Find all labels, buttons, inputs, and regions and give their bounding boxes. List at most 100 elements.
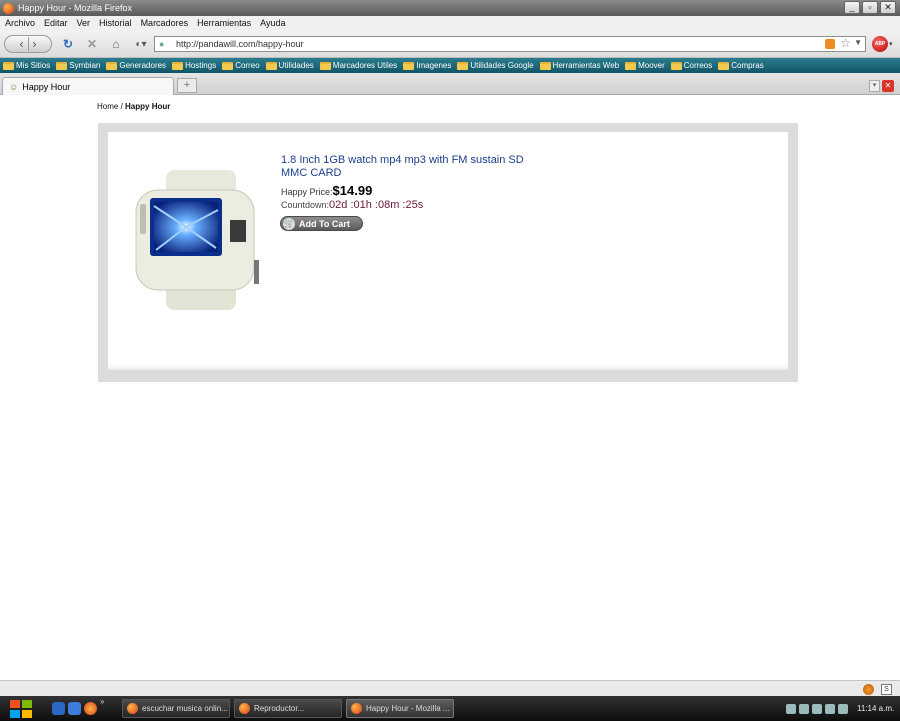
page-status-icon[interactable]: S [881, 684, 892, 695]
start-button[interactable] [4, 697, 38, 720]
site-favicon-icon: ☺ [9, 81, 19, 92]
folder-icon [625, 61, 637, 70]
folder-icon [539, 61, 551, 70]
adblock-dropdown-icon[interactable]: ▾ [889, 40, 893, 48]
menu-ayuda[interactable]: Ayuda [260, 18, 285, 28]
menu-ver[interactable]: Ver [77, 18, 91, 28]
close-tab-icon[interactable]: ✕ [882, 80, 894, 92]
breadcrumb-home-link[interactable]: Home [97, 102, 118, 111]
new-tab-button[interactable]: + [177, 78, 197, 93]
folder-icon [222, 61, 234, 70]
bookmark-folder[interactable]: Hostings [172, 61, 216, 70]
firefox-quicklaunch-icon[interactable] [84, 702, 97, 715]
bookmark-folder[interactable]: Utilidades Google [457, 61, 534, 70]
product-title[interactable]: 1.8 Inch 1GB watch mp4 mp3 with FM susta… [281, 154, 531, 180]
addon-status-icon[interactable] [863, 684, 874, 695]
firefox-icon [351, 703, 362, 714]
back-icon[interactable]: ‹ [20, 37, 24, 51]
bookmarks-toolbar: Mis Sitios Symbian Generadores Hostings … [0, 58, 900, 73]
close-button[interactable]: ✕ [880, 1, 896, 14]
bookmark-folder[interactable]: Moover [625, 61, 665, 70]
folder-icon [3, 61, 14, 70]
forward-icon[interactable]: › [33, 37, 37, 51]
tab-list-icon[interactable]: ▾ [869, 80, 880, 92]
system-tray: 11:14 a.m. [786, 699, 898, 718]
bookmark-folder[interactable]: Generadores [106, 61, 166, 70]
bookmark-folder[interactable]: Symbian [56, 61, 100, 70]
bookmark-folder[interactable]: Correos [670, 61, 712, 70]
bookmark-star-icon[interactable]: ☆ [840, 36, 851, 50]
bookmark-folder[interactable]: Imagenes [403, 61, 451, 70]
ie-icon[interactable] [52, 702, 65, 715]
bookmark-folder[interactable]: Utilidades [265, 61, 314, 70]
folder-icon [403, 61, 415, 70]
add-to-cart-button[interactable]: 🛒 Add To Cart [280, 216, 363, 231]
folder-icon [56, 61, 68, 70]
reload-icon[interactable]: ↻ [60, 35, 76, 53]
chevron-right-icon[interactable]: » [100, 698, 108, 706]
product-card: 1.8 Inch 1GB watch mp4 mp3 with FM susta… [108, 132, 788, 370]
countdown-label: Countdown: [281, 200, 330, 210]
status-bar: S [0, 680, 900, 696]
price-line: Happy Price:$14.99 [281, 183, 372, 198]
menu-marcadores[interactable]: Marcadores [141, 18, 189, 28]
cart-icon: 🛒 [283, 217, 295, 230]
folder-icon [457, 61, 469, 70]
product-panel: 1.8 Inch 1GB watch mp4 mp3 with FM susta… [98, 123, 798, 382]
firefox-icon [3, 2, 14, 14]
desktop-icon[interactable] [68, 702, 81, 715]
folder-icon [670, 61, 682, 70]
folder-icon [265, 61, 277, 70]
menu-editar[interactable]: Editar [44, 18, 68, 28]
site-favicon-icon: ● [159, 39, 165, 49]
maximize-button[interactable]: ▫ [862, 1, 878, 14]
taskbar-item-active[interactable]: Happy Hour - Mozilla ... [346, 699, 454, 718]
folder-icon [172, 61, 184, 70]
firefox-icon [239, 703, 250, 714]
network-icon[interactable] [786, 703, 796, 714]
clock: 11:14 a.m. [857, 704, 895, 713]
security-icon[interactable] [812, 703, 822, 714]
folder-icon [319, 61, 331, 70]
volume-icon[interactable] [799, 703, 809, 714]
minimize-button[interactable]: _ [844, 1, 860, 14]
taskbar: » escuchar musica onlin... Reproductor..… [0, 696, 900, 721]
countdown-timer: 02d :01h :08m :25s [329, 199, 424, 211]
bookmark-folder[interactable]: Correo [222, 61, 260, 70]
window-titlebar: Happy Hour - Mozilla Firefox _ ▫ ✕ [0, 0, 900, 16]
home-icon[interactable]: ⌂ [108, 35, 124, 53]
add-to-cart-label: Add To Cart [299, 218, 350, 229]
bookmark-folder[interactable]: Mis Sitios [3, 61, 50, 70]
history-dropdown-icon[interactable]: ◐▾ [130, 35, 152, 53]
tabs-bar: ☺ Happy Hour + ▾ ✕ [0, 73, 900, 95]
price-label: Happy Price: [281, 187, 333, 197]
firefox-icon [127, 703, 138, 714]
url-bar[interactable]: ● ☆ ▼ [154, 36, 866, 52]
adblock-icon[interactable]: ABP [872, 36, 888, 52]
navigation-toolbar: ‹ › ↻ ✕ ⌂ ◐▾ ● ☆ ▼ ABP ▾ [0, 30, 900, 58]
countdown-line: Countdown:02d :01h :08m :25s [281, 199, 423, 211]
bookmark-folder[interactable]: Compras [718, 61, 764, 70]
menu-historial[interactable]: Historial [99, 18, 132, 28]
back-forward-buttons: ‹ › [4, 35, 52, 53]
product-image[interactable] [126, 170, 268, 310]
tab-label: Happy Hour [22, 81, 71, 92]
breadcrumb: Home / Happy Hour [97, 102, 171, 111]
url-input[interactable] [176, 39, 796, 49]
stop-icon[interactable]: ✕ [84, 35, 100, 53]
window-controls: _ ▫ ✕ [844, 1, 896, 14]
taskbar-item[interactable]: escuchar musica onlin... [122, 699, 230, 718]
menu-archivo[interactable]: Archivo [5, 18, 35, 28]
taskbar-item[interactable]: Reproductor... [234, 699, 342, 718]
menu-herramientas[interactable]: Herramientas [197, 18, 251, 28]
product-price: $14.99 [332, 183, 373, 198]
bookmark-folder[interactable]: Herramientas Web [539, 61, 619, 70]
rss-icon[interactable] [825, 39, 835, 49]
bookmark-folder[interactable]: Marcadores Utiles [319, 61, 397, 70]
tray-app-icon[interactable] [825, 703, 835, 714]
chevron-down-icon[interactable]: ▼ [854, 38, 862, 47]
tab-happy-hour[interactable]: ☺ Happy Hour [2, 77, 174, 95]
folder-icon [718, 61, 730, 70]
tray-app-icon[interactable] [838, 703, 848, 714]
menubar: Archivo Editar Ver Historial Marcadores … [0, 16, 900, 30]
